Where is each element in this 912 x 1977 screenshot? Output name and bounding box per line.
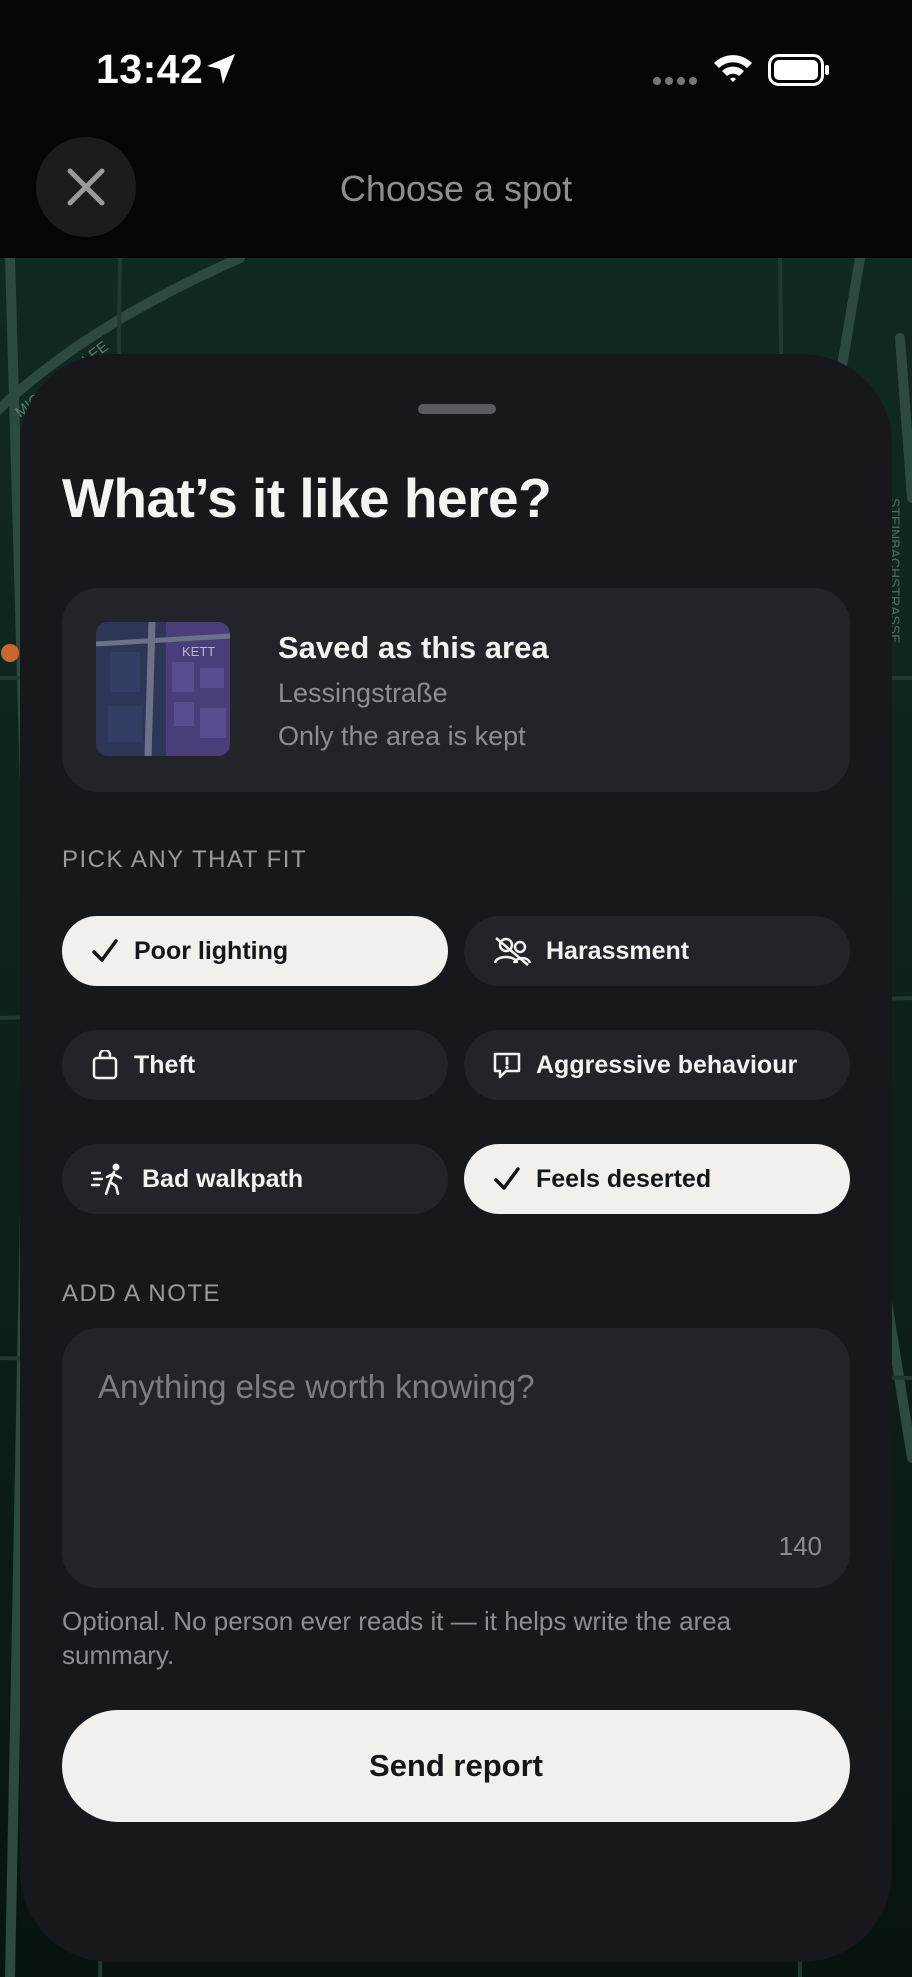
sheet-grabber[interactable] <box>418 404 496 414</box>
person-slash-icon <box>492 936 532 966</box>
area-note: Only the area is kept <box>278 721 526 751</box>
note-section-label: ADD A NOTE <box>62 1280 222 1307</box>
note-field-container: 140 <box>62 1328 850 1588</box>
chip-label: Aggressive behaviour <box>536 1050 798 1079</box>
chip-label: Theft <box>134 1050 196 1079</box>
chip-label: Poor lighting <box>134 936 289 965</box>
chip-feels-deserted[interactable]: Feels deserted <box>464 1144 850 1214</box>
note-input[interactable] <box>62 1328 850 1588</box>
thumb-street-label: KETT <box>182 644 215 659</box>
check-icon <box>90 936 120 966</box>
chip-bad-walkpath[interactable]: Bad walkpath <box>62 1144 448 1214</box>
area-street: Lessingstraße <box>278 678 448 708</box>
header-bar: Choose a spot <box>0 120 912 258</box>
area-title: Saved as this area <box>278 630 549 665</box>
battery-icon <box>768 54 829 86</box>
location-arrow-icon <box>207 54 235 84</box>
chip-theft[interactable]: Theft <box>62 1030 448 1100</box>
header-title: Choose a spot <box>339 168 573 209</box>
chip-harassment[interactable]: Harassment <box>464 916 850 986</box>
chip-label: Harassment <box>546 936 690 965</box>
tags-section-label: PICK ANY THAT FIT <box>62 846 308 873</box>
report-screen: MICHAELALLEE STEINBACHSTRASSE 13:42 <box>0 0 912 1977</box>
chip-poor-lighting[interactable]: Poor lighting <box>62 916 448 986</box>
bag-icon <box>90 1050 120 1080</box>
status-time: 13:42 <box>96 46 204 92</box>
chip-label: Feels deserted <box>536 1164 712 1193</box>
check-icon <box>492 1164 522 1194</box>
walking-icon <box>90 1163 128 1195</box>
note-helper-text: Optional. No person ever reads it — it h… <box>62 1606 732 1670</box>
chip-aggressive-behaviour[interactable]: Aggressive behaviour <box>464 1030 850 1100</box>
send-report-button[interactable]: Send report <box>62 1710 850 1822</box>
cellular-signal-icon <box>653 77 697 85</box>
character-counter: 140 <box>778 1531 822 1561</box>
sheet-title: What’s it like here? <box>62 467 552 529</box>
area-card: KETT Saved as this area Lessingstraße On… <box>62 588 850 792</box>
report-sheet: What’s it like here? KETT Saved as this … <box>20 354 892 1962</box>
wifi-icon <box>714 55 752 82</box>
area-map-thumbnail: KETT <box>96 622 230 756</box>
status-bar: 13:42 <box>0 0 912 140</box>
chip-label: Bad walkpath <box>142 1164 304 1193</box>
alert-bubble-icon <box>492 1050 522 1080</box>
